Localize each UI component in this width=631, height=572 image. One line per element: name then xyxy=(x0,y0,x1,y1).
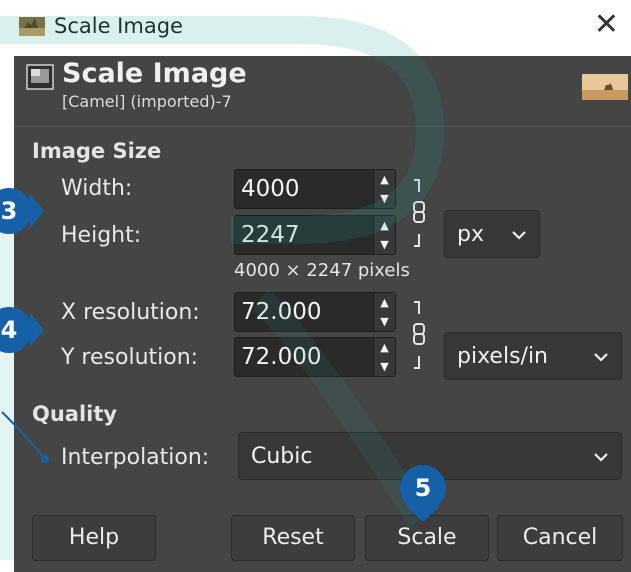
callout-leader-line xyxy=(1,411,49,463)
y-resolution-spinner[interactable]: ▲ ▼ xyxy=(373,338,395,376)
y-resolution-label: Y resolution: xyxy=(61,345,199,370)
interpolation-value: Cubic xyxy=(251,444,313,469)
spin-down-icon[interactable]: ▼ xyxy=(374,357,395,376)
width-spinner[interactable]: ▲ ▼ xyxy=(373,170,395,208)
pixel-dimensions-info: 4000 × 2247 pixels xyxy=(234,260,410,281)
interpolation-label: Interpolation: xyxy=(61,445,210,470)
x-resolution-label: X resolution: xyxy=(61,300,200,325)
window-title: Scale Image xyxy=(54,14,183,38)
x-resolution-value: 72.000 xyxy=(241,299,322,325)
callout-3-pointer xyxy=(30,194,44,228)
height-spinner[interactable]: ▲ ▼ xyxy=(373,216,395,254)
chevron-down-icon xyxy=(512,231,526,240)
spin-up-icon[interactable]: ▲ xyxy=(374,216,395,235)
spin-down-icon[interactable]: ▼ xyxy=(374,189,395,208)
image-name: [Camel] (imported)-7 xyxy=(62,92,232,111)
y-resolution-field[interactable]: 72.000 ▲ ▼ xyxy=(234,337,396,377)
scale-image-icon xyxy=(26,64,54,90)
spin-up-icon[interactable]: ▲ xyxy=(374,170,395,189)
size-unit-dropdown[interactable]: px xyxy=(444,210,540,258)
callout-4-pointer xyxy=(30,313,44,347)
spin-down-icon[interactable]: ▼ xyxy=(374,312,395,331)
chevron-down-icon xyxy=(594,353,608,362)
height-field[interactable]: 2247 ▲ ▼ xyxy=(234,215,396,255)
camel-thumbnail xyxy=(582,74,628,100)
close-icon[interactable]: ✕ xyxy=(594,10,619,40)
width-field[interactable]: 4000 ▲ ▼ xyxy=(234,169,396,209)
resolution-unit-value: pixels/in xyxy=(457,344,548,369)
size-unit-value: px xyxy=(457,222,484,247)
spin-up-icon[interactable]: ▲ xyxy=(374,293,395,312)
x-resolution-field[interactable]: 72.000 ▲ ▼ xyxy=(234,292,396,332)
chain-link-icon[interactable] xyxy=(406,174,432,252)
height-value: 2247 xyxy=(241,222,300,248)
image-size-heading: Image Size xyxy=(32,139,162,163)
callout-5: 5 xyxy=(400,465,446,511)
chevron-down-icon xyxy=(594,453,608,462)
resolution-chain-icon[interactable] xyxy=(406,296,432,374)
window-titlebar: Scale Image ✕ xyxy=(14,0,631,56)
callout-5-pointer xyxy=(406,506,440,522)
cancel-button[interactable]: Cancel xyxy=(497,515,623,561)
x-resolution-spinner[interactable]: ▲ ▼ xyxy=(373,293,395,331)
spin-up-icon[interactable]: ▲ xyxy=(374,338,395,357)
help-button[interactable]: Help xyxy=(32,515,156,561)
gimp-app-icon xyxy=(19,17,45,36)
header-separator xyxy=(14,126,631,127)
height-label: Height: xyxy=(61,223,142,248)
y-resolution-value: 72.000 xyxy=(241,344,322,370)
resolution-unit-dropdown[interactable]: pixels/in xyxy=(444,332,622,380)
scale-image-dialog: Scale Image [Camel] (imported)-7 Image S… xyxy=(14,56,631,572)
width-value: 4000 xyxy=(241,176,300,202)
spin-down-icon[interactable]: ▼ xyxy=(374,235,395,254)
width-label: Width: xyxy=(61,176,133,201)
dialog-title: Scale Image xyxy=(62,58,247,89)
reset-button[interactable]: Reset xyxy=(231,515,355,561)
